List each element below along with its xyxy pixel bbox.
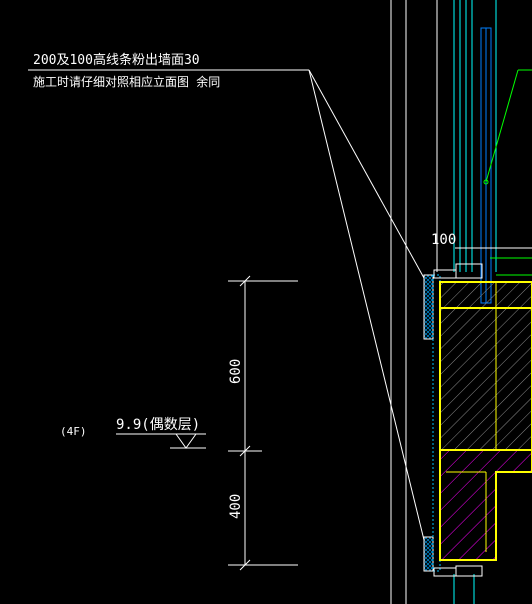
upper-height-label: 600 <box>228 359 244 384</box>
insulation-layer <box>423 274 441 572</box>
annotation-line-1: 200及100高线条粉出墙面30 <box>33 52 200 68</box>
level-marker: (4F) 9.9(偶数层) <box>60 417 206 449</box>
annotation-leader <box>28 69 425 541</box>
floor-label: (4F) <box>60 425 87 438</box>
vertical-dimension <box>228 275 298 571</box>
elevation-label: 9.9(偶数层) <box>116 417 200 433</box>
annotation-line-2: 施工时请仔细对照相应立面图 余同 <box>33 74 220 89</box>
rain-pipe <box>480 27 492 304</box>
top-dimension-label: 100 <box>431 232 456 248</box>
concrete-beam <box>439 449 532 561</box>
concrete-wall <box>439 281 532 451</box>
lower-height-label: 400 <box>228 494 244 519</box>
cad-section-drawing: 200及100高线条粉出墙面30 施工时请仔细对照相应立面图 余同 100 60… <box>28 0 532 604</box>
